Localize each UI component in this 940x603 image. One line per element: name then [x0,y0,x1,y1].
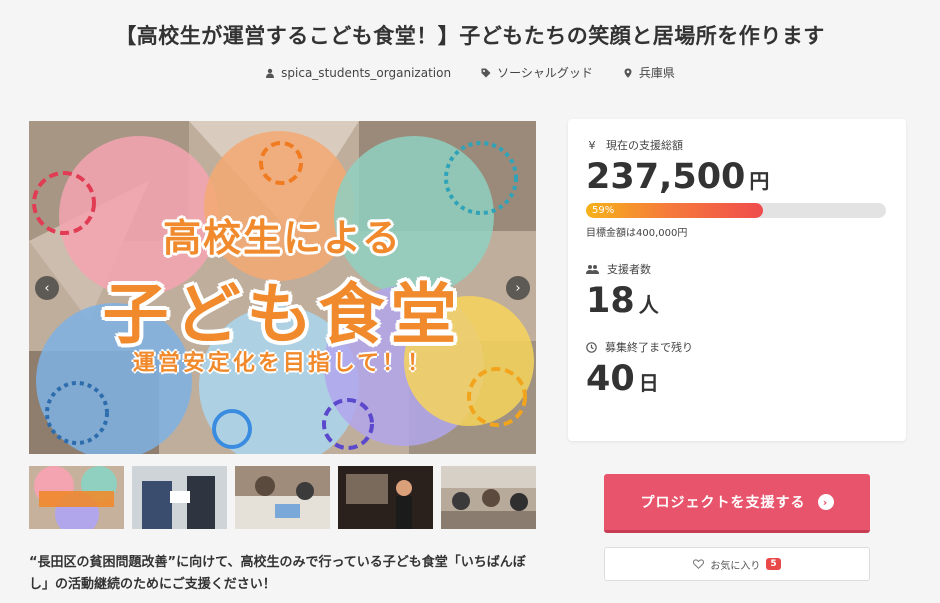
thumbnail-image [132,466,227,529]
hero-headline-sub: 運営安定化を目指して！！ [132,351,433,376]
thumbnail-image [338,466,433,529]
hero-headline-main: 子ども食堂 [102,276,463,353]
owner-link[interactable]: spica_students_organization [265,64,451,81]
owner-name: spica_students_organization [281,65,452,80]
yen-icon: ¥ [588,138,596,152]
total-amount-section: ¥ 現在の支援総額 237,500 円 59% 目標金額は400,000円 [586,137,888,239]
thumbnail-4[interactable] [338,466,433,529]
thumbnail-2[interactable] [132,466,227,529]
remaining-unit: 日 [638,371,659,395]
thumbnail-image [235,466,330,529]
favorite-count-badge: 5 [766,558,781,570]
thumbnail-strip [29,466,536,529]
thumbnail-5[interactable] [441,466,536,529]
tag-icon [481,68,491,77]
location-link[interactable]: 兵庫県 [623,64,675,81]
goal-amount: 目標金額は400,000円 [586,228,688,239]
category-name: ソーシャルグッド [497,66,593,80]
remaining-label: 募集終了まで残り [605,341,693,354]
remaining-value: 40 [586,359,635,399]
project-meta: spica_students_organization ソーシャルグッド 兵庫県 [0,64,940,81]
chevron-left-icon: ‹ [44,280,50,296]
thumbnail-image [29,466,124,529]
favorite-button[interactable]: お気に入り 5 [604,547,870,581]
thumbnail-image [441,466,536,529]
clock-icon [586,341,597,353]
category-link[interactable]: ソーシャルグッド [481,64,593,81]
backers-value: 18 [586,281,635,321]
funding-progress-percent: 59% [592,205,615,216]
backers-label: 支援者数 [607,263,651,276]
total-amount-unit: 円 [749,169,770,193]
support-project-button[interactable]: プロジェクトを支援する › [604,474,870,533]
thumbnail-1[interactable] [29,466,124,529]
carousel-prev-button[interactable]: ‹ [35,276,59,300]
total-amount-label: 現在の支援総額 [606,139,683,152]
main-image: 高校生による 子ども食堂 運営安定化を目指して！！ ‹ › [29,121,536,454]
page-title: 【高校生が運営するこども食堂！】子どもたちの笑顔と居場所を作ります [115,24,825,48]
hero-headline-top: 高校生による [163,216,402,260]
backers-section: 支援者数 18 人 [586,261,888,321]
total-amount-value: 237,500 [586,157,746,197]
chevron-right-circle-icon: › [817,494,834,510]
favorite-label: お気に入り [710,560,761,572]
backers-unit: 人 [638,293,659,317]
funding-stats-card: ¥ 現在の支援総額 237,500 円 59% 目標金額は400,000円 支援… [568,119,906,441]
funding-progress-bar: 59% [586,203,886,218]
chevron-right-icon: › [515,280,521,296]
users-icon [586,265,599,274]
remaining-section: 募集終了まで残り 40 日 [586,339,888,399]
location-name: 兵庫県 [638,66,675,80]
support-button-label: プロジェクトを支援する [640,495,806,511]
heart-icon [693,559,705,569]
project-summary: “長田区の貧困問題改善”に向けて、高校生のみで行っている子ども食堂「いちばんぼし… [29,555,526,592]
user-icon [266,68,275,78]
thumbnail-3[interactable] [235,466,330,529]
carousel-next-button[interactable]: › [506,276,530,300]
map-pin-icon [624,68,632,78]
